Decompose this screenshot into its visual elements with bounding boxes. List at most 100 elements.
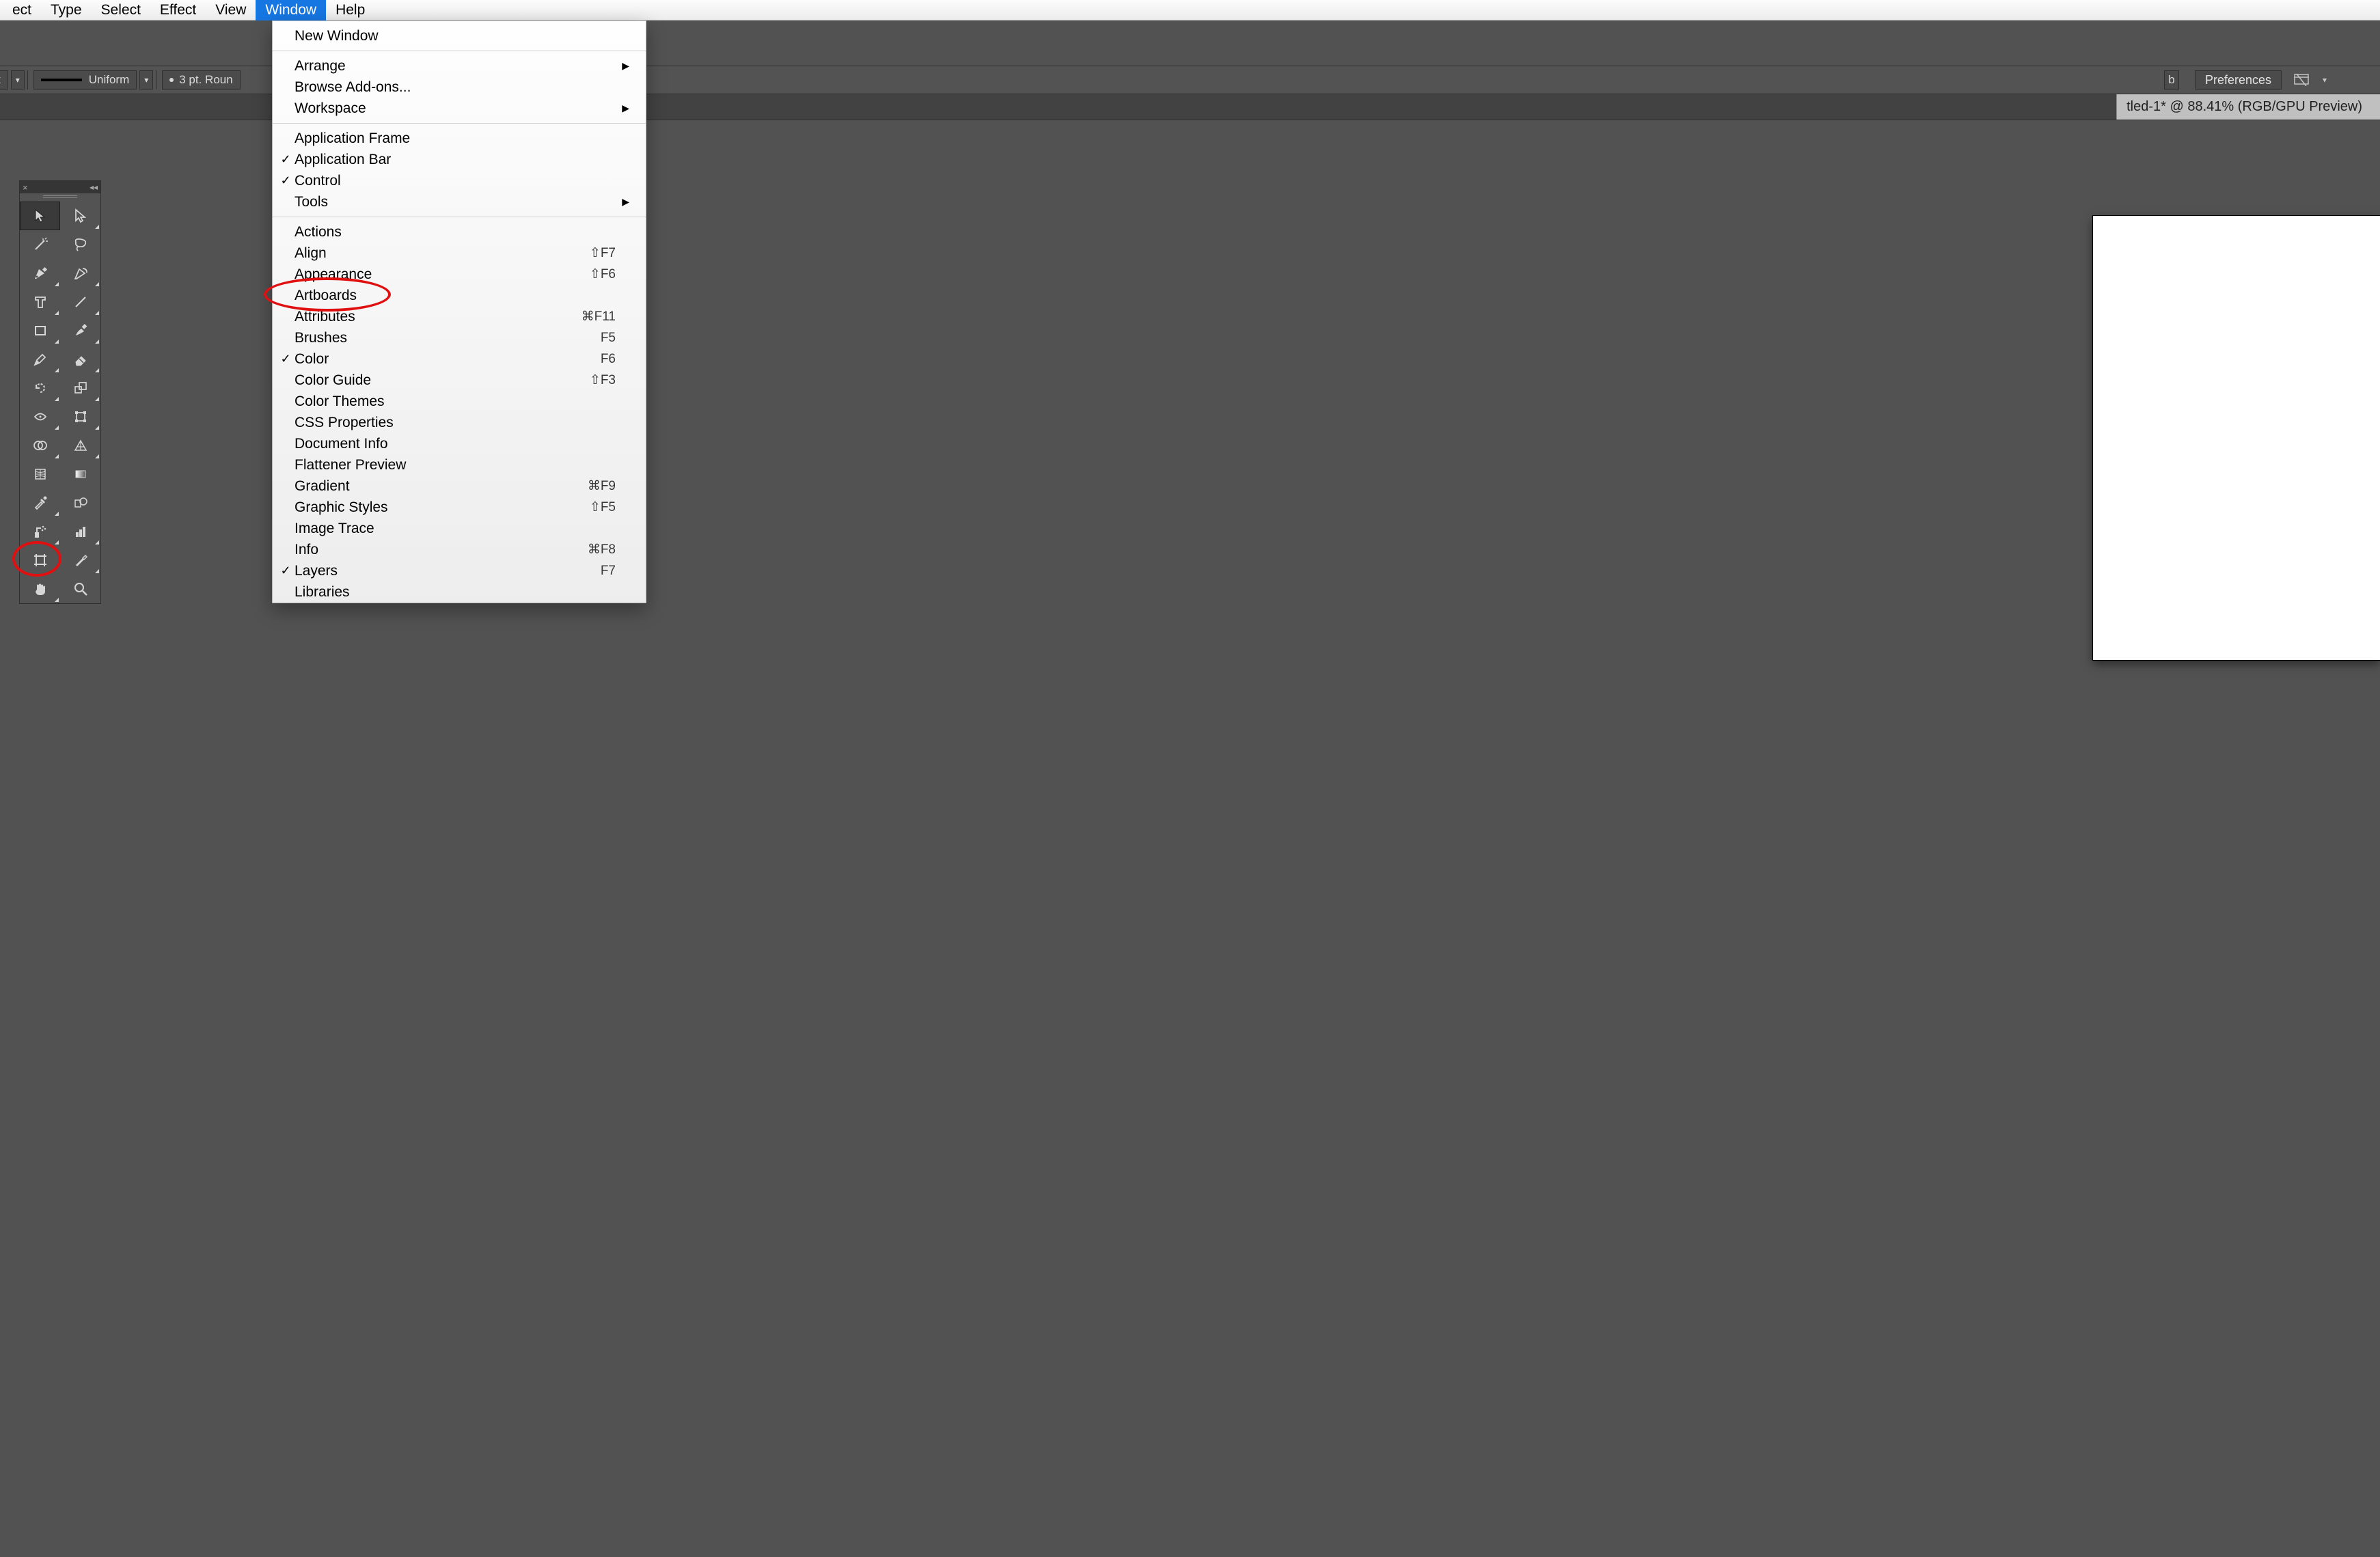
eraser-tool[interactable] [60,345,100,374]
panel-toggle-icon[interactable] [2291,70,2312,89]
magic-wand-tool-icon [33,237,48,252]
blend-tool[interactable] [60,488,100,517]
menu-item-layers[interactable]: ✓LayersF7 [273,560,646,581]
pen-tool[interactable] [20,259,60,288]
menu-type[interactable]: Type [41,0,92,20]
menu-item-attributes[interactable]: Attributes⌘F11 [273,306,646,327]
flyout-indicator-icon [95,368,99,372]
menu-view[interactable]: View [206,0,256,20]
menu-item-label: Browse Add-ons... [293,79,568,96]
artboard[interactable] [2093,216,2380,660]
menu-item-control[interactable]: ✓Control [273,170,646,191]
lasso-tool[interactable] [60,230,100,259]
menu-window[interactable]: Window [256,0,326,20]
eyedropper-tool[interactable] [20,488,60,517]
window-menu-dropdown: New Window Arrange▶ Browse Add-ons... Works… [272,20,646,603]
menu-item-workspace[interactable]: Workspace▶ [273,98,646,119]
menu-item-actions[interactable]: Actions [273,221,646,243]
menu-item-label: Actions [293,224,568,240]
menu-item-align[interactable]: Align⇧F7 [273,243,646,264]
menu-item-gradient[interactable]: Gradient⌘F9 [273,476,646,497]
menu-item-color-themes[interactable]: Color Themes [273,391,646,412]
menu-item-browse-add-ons[interactable]: Browse Add-ons... [273,77,646,98]
menu-item-graphic-styles[interactable]: Graphic Styles⇧F5 [273,497,646,518]
menu-item-color-guide[interactable]: Color Guide⇧F3 [273,370,646,391]
menu-item-artboards[interactable]: Artboards [273,285,646,306]
menu-item-libraries[interactable]: Libraries [273,581,646,603]
menu-item-label: Align [293,245,568,262]
menu-item-tools[interactable]: Tools▶ [273,191,646,212]
menu-item-label: Artboards [293,288,568,304]
selection-tool[interactable] [20,202,60,230]
paintbrush-tool[interactable] [60,316,100,345]
shape-builder-tool[interactable] [20,431,60,460]
width-tool[interactable] [20,402,60,431]
zoom-tool[interactable] [60,575,100,603]
curvature-tool-icon [73,266,88,281]
slice-tool[interactable] [60,546,100,575]
menu-item-info[interactable]: Info⌘F8 [273,539,646,560]
direct-selection-tool[interactable] [60,202,100,230]
menu-ect[interactable]: ect [3,0,41,20]
flyout-indicator-icon [95,540,99,545]
document-tab-label: tled-1* @ 88.41% (RGB/GPU Preview) [2126,99,2362,115]
flyout-indicator-icon [55,426,59,430]
menu-help[interactable]: Help [326,0,374,20]
symbol-sprayer-tool[interactable] [20,517,60,546]
prefs-caret-icon[interactable]: ▾ [2323,75,2327,85]
stroke-style-caret-icon[interactable]: ▾ [139,70,153,89]
palette-header[interactable]: × ◂◂ [20,181,100,193]
palette-collapse-icon[interactable]: ◂◂ [90,182,98,192]
check-icon: ✓ [278,352,293,366]
menu-item-label: Info [293,542,568,558]
rotate-tool[interactable] [20,374,60,402]
grip-lines-icon [43,195,77,199]
flyout-indicator-icon [95,454,99,458]
flyout-indicator-icon [55,598,59,602]
control-bar-left-caret-icon[interactable]: ▾ [11,70,25,89]
line-segment-tool[interactable] [60,288,100,316]
menu-item-css-properties[interactable]: CSS Properties [273,412,646,433]
menu-item-image-trace[interactable]: Image Trace [273,518,646,539]
menu-select[interactable]: Select [92,0,150,20]
pencil-tool[interactable] [20,345,60,374]
menu-item-brushes[interactable]: BrushesF5 [273,327,646,348]
type-tool[interactable] [20,288,60,316]
palette-grip[interactable] [20,193,100,202]
stroke-style-label: Uniform [89,73,130,87]
mesh-tool[interactable] [20,460,60,488]
palette-close-icon[interactable]: × [23,183,28,192]
perspective-grid-tool[interactable] [60,431,100,460]
menu-effect[interactable]: Effect [150,0,206,20]
menu-item-application-frame[interactable]: Application Frame [273,128,646,149]
gradient-tool[interactable] [60,460,100,488]
menu-item-label: Attributes [293,309,568,325]
column-graph-tool[interactable] [60,517,100,546]
stroke-style-field[interactable]: Uniform [33,70,137,89]
blend-tool-icon [73,495,88,510]
zoom-tool-icon [73,581,88,596]
hand-tool[interactable] [20,575,60,603]
eraser-tool-icon [73,352,88,367]
free-transform-tool[interactable] [60,402,100,431]
perspective-grid-tool-icon [73,438,88,453]
menu-item-color[interactable]: ✓ColorF6 [273,348,646,370]
preferences-button[interactable]: Preferences [2195,70,2282,89]
menu-item-new-window[interactable]: New Window [273,25,646,46]
menu-item-appearance[interactable]: Appearance⇧F6 [273,264,646,285]
artboard-tool[interactable] [20,546,60,575]
menu-item-label: Flattener Preview [293,457,568,473]
menu-item-label: Image Trace [293,521,568,537]
menu-item-label: Workspace [293,100,568,117]
curvature-tool[interactable] [60,259,100,288]
menu-item-application-bar[interactable]: ✓Application Bar [273,149,646,170]
menu-item-document-info[interactable]: Document Info [273,433,646,454]
magic-wand-tool[interactable] [20,230,60,259]
rectangle-tool[interactable] [20,316,60,345]
flyout-indicator-icon [55,454,59,458]
brush-preset-field[interactable]: 3 pt. Roun [162,70,240,89]
menu-item-arrange[interactable]: Arrange▶ [273,55,646,77]
menu-item-flattener-preview[interactable]: Flattener Preview [273,454,646,476]
document-tab[interactable]: tled-1* @ 88.41% (RGB/GPU Preview) [2116,94,2380,120]
scale-tool[interactable] [60,374,100,402]
